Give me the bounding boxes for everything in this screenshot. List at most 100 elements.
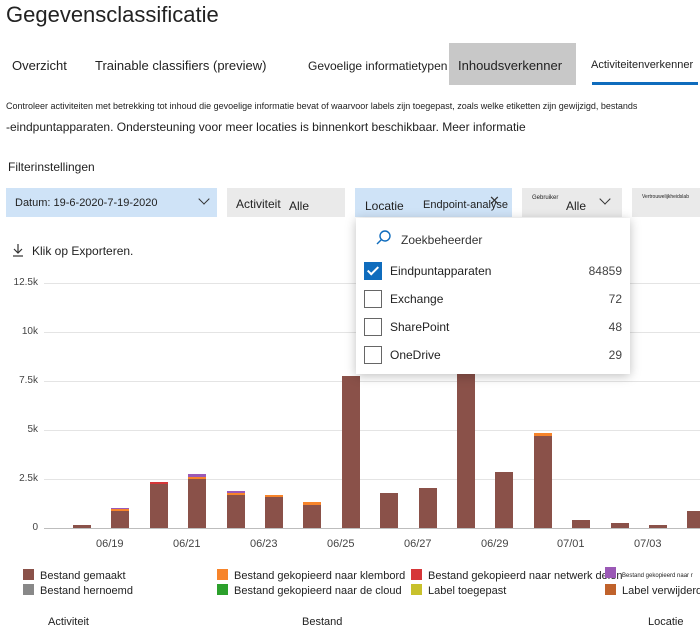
- export-button[interactable]: Klik op Exporteren.: [12, 243, 133, 258]
- gridline: [44, 381, 700, 382]
- legend-item[interactable]: Bestand gekopieerd naar netwerk delen: [411, 569, 622, 582]
- bar-segment[interactable]: [111, 511, 130, 528]
- y-tick-label: 10k: [21, 326, 38, 337]
- x-tick-label: 06/27: [404, 538, 432, 550]
- activity-filter-label: Activiteit: [236, 197, 281, 211]
- legend-label: Label toegepast: [428, 585, 507, 597]
- dropdown-option[interactable]: SharePoint 48: [364, 318, 622, 338]
- bar-segment[interactable]: [341, 376, 360, 528]
- checkbox-checked[interactable]: [364, 262, 382, 280]
- bar-segment[interactable]: [226, 492, 245, 495]
- location-filter-label: Locatie: [365, 199, 404, 213]
- dropdown-option[interactable]: OneDrive 29: [364, 346, 622, 366]
- filter-settings-label: Filterinstellingen: [8, 160, 95, 174]
- legend-label: Bestand hernoemd: [40, 585, 133, 597]
- bar-segment[interactable]: [418, 487, 437, 528]
- location-filter[interactable]: Locatie Endpoint-analyse ✕: [355, 188, 512, 217]
- checkbox[interactable]: [364, 318, 382, 336]
- tab-activity-explorer[interactable]: Activiteitenverkenner: [591, 59, 693, 71]
- bar-segment[interactable]: [149, 481, 168, 484]
- legend-item[interactable]: Label toegepast: [411, 584, 506, 597]
- legend-label: Bestand gekopieerd naar netwerk delen: [428, 570, 623, 582]
- description-line2: -eindpuntapparaten. Ondersteuning voor m…: [6, 120, 526, 134]
- close-icon[interactable]: ✕: [489, 193, 500, 209]
- tab-trainable-classifiers[interactable]: Trainable classifiers (preview): [95, 58, 266, 73]
- legend-item[interactable]: Bestand gemaakt: [23, 569, 126, 582]
- bar-segment[interactable]: [149, 483, 168, 528]
- bar-segment[interactable]: [188, 473, 207, 478]
- option-label: OneDrive: [390, 348, 441, 362]
- bar-segment[interactable]: [303, 505, 322, 528]
- bar-segment[interactable]: [73, 525, 91, 528]
- bar-segment[interactable]: [380, 492, 399, 528]
- search-placeholder: Zoekbeheerder: [401, 233, 483, 247]
- bar-segment[interactable]: [111, 507, 130, 509]
- user-filter-label: Gebruiker: [532, 195, 559, 201]
- date-filter-value: Datum: 19-6-2020-7-19-2020: [15, 197, 158, 209]
- x-tick-label: 07/01: [557, 538, 585, 550]
- activity-filter-value: Alle: [289, 199, 310, 213]
- bar-segment[interactable]: [533, 435, 552, 528]
- legend-swatch: [217, 569, 228, 580]
- x-tick-label: 07/03: [634, 538, 662, 550]
- bar-segment[interactable]: [111, 508, 130, 512]
- legend-item[interactable]: Bestand hernoemd: [23, 584, 133, 597]
- legend-swatch: [217, 584, 228, 595]
- legend-item[interactable]: Label verwijderd: [605, 584, 700, 597]
- page-title: Gegevensclassificatie: [6, 2, 219, 27]
- x-tick-label: 06/21: [173, 538, 201, 550]
- legend-swatch: [605, 567, 616, 578]
- chevron-down-icon: [599, 193, 611, 205]
- x-tick-label: 06/29: [481, 538, 509, 550]
- bar-segment[interactable]: [265, 495, 283, 497]
- y-tick-label: 2.5k: [19, 473, 38, 484]
- sensitivity-filter[interactable]: Vertrouwelijkheidslab: [632, 188, 700, 217]
- legend-swatch: [605, 584, 616, 595]
- bar-segment[interactable]: [303, 502, 322, 506]
- date-filter[interactable]: Datum: 19-6-2020-7-19-2020: [6, 188, 217, 217]
- dropdown-option[interactable]: Eindpuntapparaten 84859: [364, 262, 622, 282]
- bar-segment[interactable]: [265, 496, 283, 528]
- bar-segment[interactable]: [572, 520, 591, 528]
- bar-segment[interactable]: [457, 373, 475, 528]
- option-count: 48: [608, 320, 622, 334]
- bar-segment[interactable]: [495, 472, 514, 528]
- legend-label: Bestand gekopieerd naar de cloud: [234, 585, 402, 597]
- column-header-activity[interactable]: Activiteit: [48, 616, 89, 628]
- bar-segment[interactable]: [687, 511, 700, 528]
- bar-segment[interactable]: [533, 432, 552, 436]
- column-header-location[interactable]: Locatie: [648, 616, 683, 628]
- active-tab-underline: [592, 82, 698, 85]
- bar-segment[interactable]: [226, 490, 245, 493]
- legend-label: Label verwijderd: [622, 585, 700, 597]
- bar-segment[interactable]: [610, 522, 629, 528]
- bar-segment[interactable]: [226, 494, 245, 528]
- tab-sensitive-info-types[interactable]: Gevoelige informatietypen: [308, 59, 447, 73]
- dropdown-search[interactable]: Zoekbeheerder: [376, 228, 622, 248]
- legend-label: Bestand gekopieerd naar r: [622, 573, 693, 579]
- dropdown-option[interactable]: Exchange 72: [364, 290, 622, 310]
- checkbox[interactable]: [364, 346, 382, 364]
- option-count: 29: [608, 348, 622, 362]
- legend-item[interactable]: Bestand gekopieerd naar klembord: [217, 569, 405, 582]
- activity-filter[interactable]: Activiteit Alle: [227, 188, 345, 217]
- checkbox[interactable]: [364, 290, 382, 308]
- legend-item[interactable]: Bestand gekopieerd naar de cloud: [217, 584, 402, 597]
- bar-segment[interactable]: [188, 477, 207, 479]
- option-count: 84859: [588, 264, 622, 278]
- column-header-file[interactable]: Bestand: [302, 616, 342, 628]
- y-tick-label: 7.5k: [19, 375, 38, 386]
- legend-swatch: [411, 584, 422, 595]
- user-filter[interactable]: Gebruiker Alle: [522, 188, 622, 217]
- bar-segment[interactable]: [188, 479, 207, 528]
- search-icon: [376, 230, 391, 245]
- option-label: SharePoint: [390, 320, 450, 334]
- bar-segment[interactable]: [649, 525, 667, 528]
- tab-content-explorer[interactable]: Inhoudsverkenner: [458, 58, 562, 73]
- legend-swatch: [411, 569, 422, 580]
- tab-overview[interactable]: Overzicht: [12, 58, 67, 73]
- export-label: Klik op Exporteren.: [32, 244, 134, 258]
- legend-label: Bestand gekopieerd naar klembord: [234, 570, 406, 582]
- location-dropdown: Zoekbeheerder Eindpuntapparaten 84859 Ex…: [356, 218, 630, 374]
- legend-item[interactable]: Bestand gekopieerd naar r: [605, 567, 693, 579]
